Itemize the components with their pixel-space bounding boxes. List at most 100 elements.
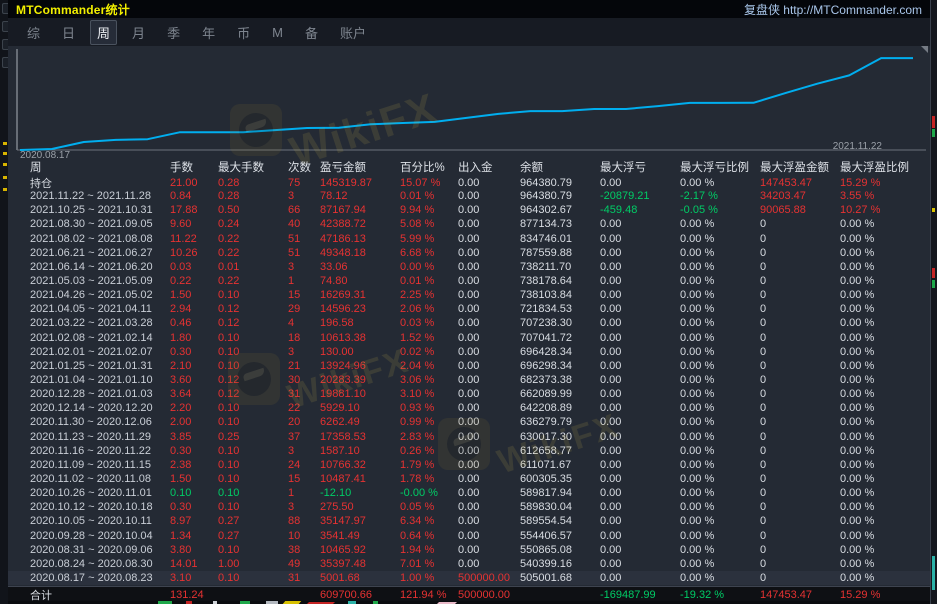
table-row-cell: 1.50	[170, 473, 218, 485]
table-row-cell: 0.00 %	[840, 402, 930, 414]
column-header[interactable]: 余额	[520, 159, 600, 175]
table-header-row: 周手数最大手数次数盈亏金额百分比%出入金余额最大浮亏最大浮亏比例最大浮盈金额最大…	[8, 158, 930, 175]
table-row[interactable]: 2021.01.04 ~ 2021.01.103.600.123020283.3…	[8, 373, 930, 387]
table-row[interactable]: 2020.08.17 ~ 2020.08.233.100.10315001.68…	[8, 571, 930, 585]
column-header[interactable]: 最大浮亏	[600, 159, 680, 175]
balance-curve	[20, 58, 913, 150]
table-row[interactable]: 2021.06.21 ~ 2021.06.2710.260.225149348.…	[8, 246, 930, 260]
table-row-cell: 42388.72	[320, 218, 400, 230]
table-row[interactable]: 2021.08.02 ~ 2021.08.0811.220.225147186.…	[8, 232, 930, 246]
menu-tab-季[interactable]: 季	[160, 20, 187, 45]
table-row[interactable]: 2021.08.30 ~ 2021.09.059.600.244042388.7…	[8, 217, 930, 231]
menu-tab-日[interactable]: 日	[55, 20, 82, 45]
table-row[interactable]: 2021.02.01 ~ 2021.02.070.300.103130.000.…	[8, 345, 930, 359]
table-row[interactable]: 2020.12.28 ~ 2021.01.033.640.123119881.1…	[8, 387, 930, 401]
column-header[interactable]: 次数	[288, 159, 320, 175]
table-row[interactable]: 2020.11.02 ~ 2020.11.081.500.101510487.4…	[8, 472, 930, 486]
table-row-cell: 0	[760, 572, 840, 584]
table-row[interactable]: 2021.01.25 ~ 2021.01.312.100.102113924.9…	[8, 359, 930, 373]
column-header[interactable]: 最大浮盈比例	[840, 159, 930, 175]
table-row-cell: 21	[288, 360, 320, 372]
table-row-cell: 0.00 %	[840, 247, 930, 259]
table-row-cell: 0.00 %	[680, 388, 760, 400]
table-row-cell: 682373.38	[520, 374, 600, 386]
table-row-cell: 2021.01.25 ~ 2021.01.31	[30, 360, 170, 372]
column-header[interactable]: 周	[30, 159, 170, 175]
column-header[interactable]: 百分比%	[400, 159, 458, 175]
table-row[interactable]: 持仓21.000.2875145319.8715.07 %0.00964380.…	[8, 175, 930, 189]
table-row[interactable]: 2021.11.22 ~ 2021.11.280.840.28378.120.0…	[8, 189, 930, 203]
menu-tab-M[interactable]: M	[265, 22, 290, 43]
column-header[interactable]: 最大浮亏比例	[680, 159, 760, 175]
table-row-cell: 10487.41	[320, 473, 400, 485]
table-row-cell: 2021.05.03 ~ 2021.05.09	[30, 275, 170, 287]
table-row-cell: 0.00 %	[680, 374, 760, 386]
column-header[interactable]: 盈亏金额	[320, 159, 400, 175]
table-row-cell: 30	[288, 374, 320, 386]
resize-handle-icon[interactable]	[921, 46, 928, 53]
table-row[interactable]: 2020.10.12 ~ 2020.10.180.300.103275.500.…	[8, 500, 930, 514]
table-row[interactable]: 2021.10.25 ~ 2021.10.3117.880.506687167.…	[8, 203, 930, 217]
table-row[interactable]: 2020.11.23 ~ 2020.11.293.850.253717358.5…	[8, 430, 930, 444]
table-row-cell: 0.10	[218, 346, 288, 358]
column-header[interactable]: 手数	[170, 159, 218, 175]
table-row[interactable]: 2021.05.03 ~ 2021.05.090.220.22174.800.0…	[8, 274, 930, 288]
column-header[interactable]: 最大浮盈金额	[760, 159, 840, 175]
table-row[interactable]: 2020.09.28 ~ 2020.10.041.340.27103541.49…	[8, 529, 930, 543]
menu-tab-账户[interactable]: 账户	[333, 20, 373, 45]
table-row-cell: 2020.11.02 ~ 2020.11.08	[30, 473, 170, 485]
table-row-cell: 3.60	[170, 374, 218, 386]
table-row-cell: 17.88	[170, 204, 218, 216]
table-row[interactable]: 2021.04.05 ~ 2021.04.112.940.122914596.2…	[8, 302, 930, 316]
table-row-cell: 29	[288, 303, 320, 315]
table-row-cell: 2021.10.25 ~ 2021.10.31	[30, 204, 170, 216]
table-row-cell: 0.00	[458, 360, 520, 372]
table-row-cell: 0.00	[600, 402, 680, 414]
background-window-right-edge	[931, 0, 937, 604]
table-row[interactable]: 2021.06.14 ~ 2021.06.200.030.01333.060.0…	[8, 260, 930, 274]
table-row-cell: 5929.10	[320, 402, 400, 414]
table-row-cell: 0.00 %	[680, 317, 760, 329]
table-row-cell: 13924.96	[320, 360, 400, 372]
table-row[interactable]: 2020.11.16 ~ 2020.11.220.300.1031587.100…	[8, 444, 930, 458]
table-row[interactable]: 2020.10.26 ~ 2020.11.010.100.101-12.10-0…	[8, 486, 930, 500]
table-row-cell: 0.00 %	[840, 572, 930, 584]
table-row-cell: 3	[288, 501, 320, 513]
menu-tab-备[interactable]: 备	[298, 20, 325, 45]
table-row-cell: 0.00 %	[840, 346, 930, 358]
column-header[interactable]: 出入金	[458, 159, 520, 175]
table-row-cell: 2.83 %	[400, 431, 458, 443]
table-row-cell: 10.26	[170, 247, 218, 259]
table-row[interactable]: 2020.08.24 ~ 2020.08.3014.011.004935397.…	[8, 557, 930, 571]
menu-tab-周[interactable]: 周	[90, 20, 117, 45]
table-row[interactable]: 2021.02.08 ~ 2021.02.141.800.101810613.3…	[8, 331, 930, 345]
table-row[interactable]: 2020.12.14 ~ 2020.12.202.200.10225929.10…	[8, 401, 930, 415]
column-header[interactable]: 最大手数	[218, 159, 288, 175]
table-row[interactable]: 2020.11.09 ~ 2020.11.152.380.102410766.3…	[8, 458, 930, 472]
table-row-cell: 721834.53	[520, 303, 600, 315]
table-row-cell: 34203.47	[760, 190, 840, 202]
table-row-cell: 834746.01	[520, 233, 600, 245]
menu-tab-综[interactable]: 综	[20, 20, 47, 45]
table-row-cell: 0.02 %	[400, 346, 458, 358]
table-row-cell: 0.10	[218, 473, 288, 485]
table-row[interactable]: 2020.08.31 ~ 2020.09.063.800.103810465.9…	[8, 543, 930, 557]
candle-fragment	[932, 556, 935, 590]
menu-tab-币[interactable]: 币	[230, 20, 257, 45]
menu-tab-月[interactable]: 月	[125, 20, 152, 45]
table-row[interactable]: 2021.04.26 ~ 2021.05.021.500.101516269.3…	[8, 288, 930, 302]
brand-link[interactable]: 复盘侠 http://MTCommander.com	[744, 1, 922, 18]
table-row-cell: 0.00	[458, 261, 520, 273]
table-row-cell: 0.00 %	[680, 515, 760, 527]
mtcommander-stats-window: MTCommander统计 复盘侠 http://MTCommander.com…	[8, 0, 931, 604]
table-row-cell: 0.03 %	[400, 317, 458, 329]
table-row[interactable]: 2021.03.22 ~ 2021.03.280.460.124196.580.…	[8, 316, 930, 330]
table-row[interactable]: 2020.10.05 ~ 2020.10.118.970.278835147.9…	[8, 514, 930, 528]
menu-tab-年[interactable]: 年	[195, 20, 222, 45]
table-row-cell: 550865.08	[520, 544, 600, 556]
table-row[interactable]: 2020.11.30 ~ 2020.12.062.000.10206262.49…	[8, 415, 930, 429]
table-row-cell: 0.10	[218, 289, 288, 301]
table-row-cell: 1	[288, 275, 320, 287]
table-row-cell: 0.00 %	[840, 374, 930, 386]
table-row-cell: 0.10	[218, 416, 288, 428]
